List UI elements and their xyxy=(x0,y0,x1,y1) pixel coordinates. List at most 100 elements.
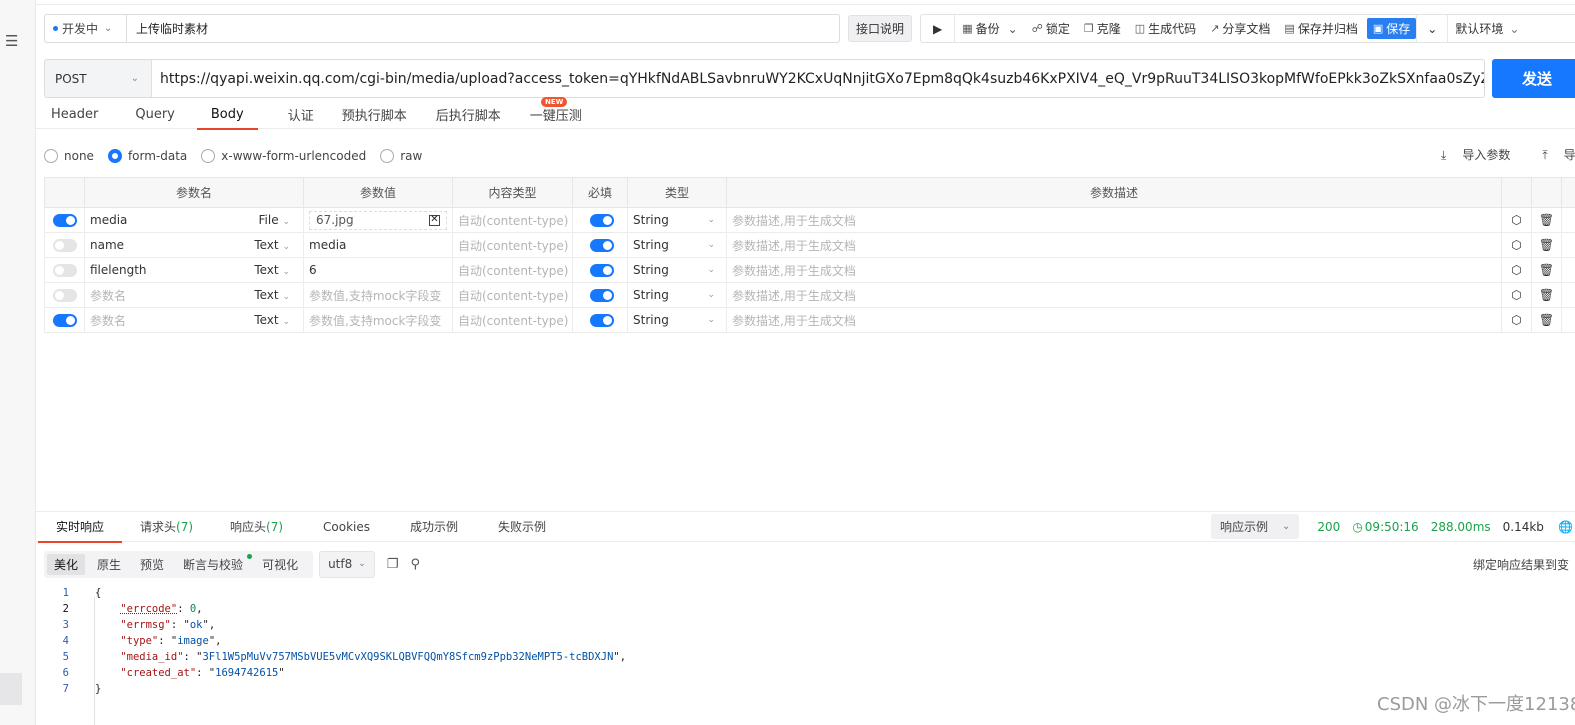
view-assertions[interactable]: 断言与校验 xyxy=(176,553,253,575)
tab-fail-example[interactable]: 失败示例 xyxy=(498,511,546,542)
type-select[interactable]: String ⌄ xyxy=(633,213,721,227)
chevron-down-icon[interactable]: ⌄ xyxy=(1008,22,1018,36)
param-value-cell[interactable]: 67.jpg ✕ xyxy=(303,207,453,233)
export-params-button[interactable]: ⤒ 导出参 xyxy=(1542,146,1575,163)
content-type-cell[interactable]: 自动(content-type) xyxy=(452,307,573,333)
content-type-cell[interactable]: 自动(content-type) xyxy=(452,232,573,258)
import-params-button[interactable]: ⤓ 导入参数 xyxy=(1441,146,1526,163)
search-icon[interactable]: ⚲ xyxy=(410,557,420,572)
globe-icon[interactable]: 🌐 xyxy=(1558,520,1573,534)
lock-button[interactable]: ☍ 锁定 xyxy=(1025,15,1077,42)
content-type-cell[interactable]: 自动(content-type) xyxy=(452,207,573,233)
url-input[interactable] xyxy=(152,60,1484,97)
view-preview[interactable]: 预览 xyxy=(133,554,171,575)
close-icon[interactable]: ✕ xyxy=(429,214,440,226)
view-visualize[interactable]: 可视化 xyxy=(255,554,305,575)
encoding-select[interactable]: utf8 ⌄ xyxy=(319,550,375,578)
tab-pre-script[interactable]: 预执行脚本 xyxy=(342,100,407,129)
tab-query[interactable]: Query xyxy=(135,100,175,129)
save-dropdown-button[interactable]: ⌄ xyxy=(1416,15,1449,42)
param-enable-toggle[interactable] xyxy=(53,314,77,327)
param-enable-toggle[interactable] xyxy=(53,289,77,302)
description-cell[interactable]: 参数描述,用于生成文档 xyxy=(726,232,1502,258)
field-type-select[interactable]: Text ⌄ xyxy=(254,313,290,327)
menu-indent-icon[interactable]: ☰ xyxy=(5,32,18,50)
type-select[interactable]: String ⌄ xyxy=(633,238,721,252)
tab-post-script[interactable]: 后执行脚本 xyxy=(436,100,501,129)
rail-scroll-handle[interactable] xyxy=(0,673,22,705)
param-name-cell[interactable]: 参数名 Text ⌄ xyxy=(84,307,304,333)
api-doc-button[interactable]: 接口说明 xyxy=(848,15,912,42)
required-toggle[interactable] xyxy=(589,214,614,227)
cube-icon[interactable]: ⬡ xyxy=(1511,263,1521,277)
radio-none[interactable]: none xyxy=(44,149,94,163)
description-cell[interactable]: 参数描述,用于生成文档 xyxy=(726,207,1502,233)
type-cell[interactable]: String ⌄ xyxy=(627,232,727,258)
description-cell[interactable]: 参数描述,用于生成文档 xyxy=(726,282,1502,308)
param-name-cell[interactable]: media File ⌄ xyxy=(84,207,304,233)
radio-urlencoded[interactable]: x-www-form-urlencoded xyxy=(201,149,366,163)
trash-icon[interactable]: 🗑 xyxy=(1539,213,1554,227)
tab-body[interactable]: Body xyxy=(196,100,258,130)
required-toggle[interactable] xyxy=(589,289,614,302)
field-type-select[interactable]: Text ⌄ xyxy=(254,288,290,302)
required-toggle[interactable] xyxy=(589,264,614,277)
view-raw[interactable]: 原生 xyxy=(90,554,128,575)
gen-code-button[interactable]: ◫ 生成代码 xyxy=(1128,15,1203,42)
param-value-cell[interactable]: media xyxy=(303,232,453,258)
field-type-select[interactable]: Text ⌄ xyxy=(254,263,290,277)
type-cell[interactable]: String ⌄ xyxy=(627,307,727,333)
cube-icon[interactable]: ⬡ xyxy=(1511,213,1521,227)
required-toggle[interactable] xyxy=(589,239,614,252)
radio-form-data[interactable]: form-data xyxy=(107,149,187,163)
view-pretty[interactable]: 美化 xyxy=(47,553,86,575)
tab-header[interactable]: Header xyxy=(51,100,98,129)
field-type-select[interactable]: Text ⌄ xyxy=(254,238,290,252)
trash-icon[interactable]: 🗑 xyxy=(1539,238,1554,252)
send-button[interactable]: 发送 xyxy=(1492,59,1575,98)
param-enable-toggle[interactable] xyxy=(53,264,77,277)
save-button[interactable]: ▣ 保存 xyxy=(1366,18,1417,39)
param-name-cell[interactable]: 参数名 Text ⌄ xyxy=(84,282,304,308)
param-value-cell[interactable]: 6 xyxy=(303,257,453,283)
clone-button[interactable]: ❐ 克隆 xyxy=(1077,15,1128,42)
run-button[interactable]: ▶ xyxy=(921,15,956,42)
save-archive-button[interactable]: ▤ 保存并归档 xyxy=(1277,15,1364,42)
param-name-cell[interactable]: name Text ⌄ xyxy=(84,232,304,258)
tab-success-example[interactable]: 成功示例 xyxy=(410,511,458,542)
trash-icon[interactable]: 🗑 xyxy=(1539,288,1554,302)
share-doc-button[interactable]: ↗ 分享文档 xyxy=(1203,15,1277,42)
method-select[interactable]: POST ⌄ xyxy=(45,60,152,97)
description-cell[interactable]: 参数描述,用于生成文档 xyxy=(726,257,1502,283)
param-value-cell[interactable]: 参数值,支持mock字段变 xyxy=(303,307,453,333)
description-cell[interactable]: 参数描述,用于生成文档 xyxy=(726,307,1502,333)
radio-raw[interactable]: raw xyxy=(380,149,422,163)
type-cell[interactable]: String ⌄ xyxy=(627,257,727,283)
cube-icon[interactable]: ⬡ xyxy=(1511,313,1521,327)
api-name-input[interactable] xyxy=(126,14,840,43)
content-type-cell[interactable]: 自动(content-type) xyxy=(452,257,573,283)
response-example-select[interactable]: 响应示例 ⌄ xyxy=(1211,514,1300,539)
tab-cookies[interactable]: Cookies xyxy=(323,511,370,542)
trash-icon[interactable]: 🗑 xyxy=(1539,263,1554,277)
tab-response-headers[interactable]: 响应头 (7) xyxy=(230,511,283,542)
trash-icon[interactable]: 🗑 xyxy=(1539,313,1554,327)
param-enable-toggle[interactable] xyxy=(53,239,77,252)
param-value-cell[interactable]: 参数值,支持mock字段变 xyxy=(303,282,453,308)
type-cell[interactable]: String ⌄ xyxy=(627,207,727,233)
cube-icon[interactable]: ⬡ xyxy=(1511,288,1521,302)
param-enable-toggle[interactable] xyxy=(53,214,77,227)
type-select[interactable]: String ⌄ xyxy=(633,263,721,277)
tab-auth[interactable]: 认证 xyxy=(288,100,314,129)
file-upload-box[interactable]: 67.jpg ✕ xyxy=(309,210,447,230)
field-type-select[interactable]: File ⌄ xyxy=(259,213,290,227)
type-select[interactable]: String ⌄ xyxy=(633,288,721,302)
bind-response-link[interactable]: 绑定响应结果到变 xyxy=(1473,556,1569,573)
copy-icon[interactable]: ❐ xyxy=(387,557,399,572)
backup-button[interactable]: ▦ 备份 ⌄ xyxy=(955,15,1024,42)
content-type-cell[interactable]: 自动(content-type) xyxy=(452,282,573,308)
cube-icon[interactable]: ⬡ xyxy=(1511,238,1521,252)
param-name-cell[interactable]: filelength Text ⌄ xyxy=(84,257,304,283)
required-toggle[interactable] xyxy=(589,314,614,327)
tab-live-response[interactable]: 实时响应 xyxy=(37,511,123,543)
